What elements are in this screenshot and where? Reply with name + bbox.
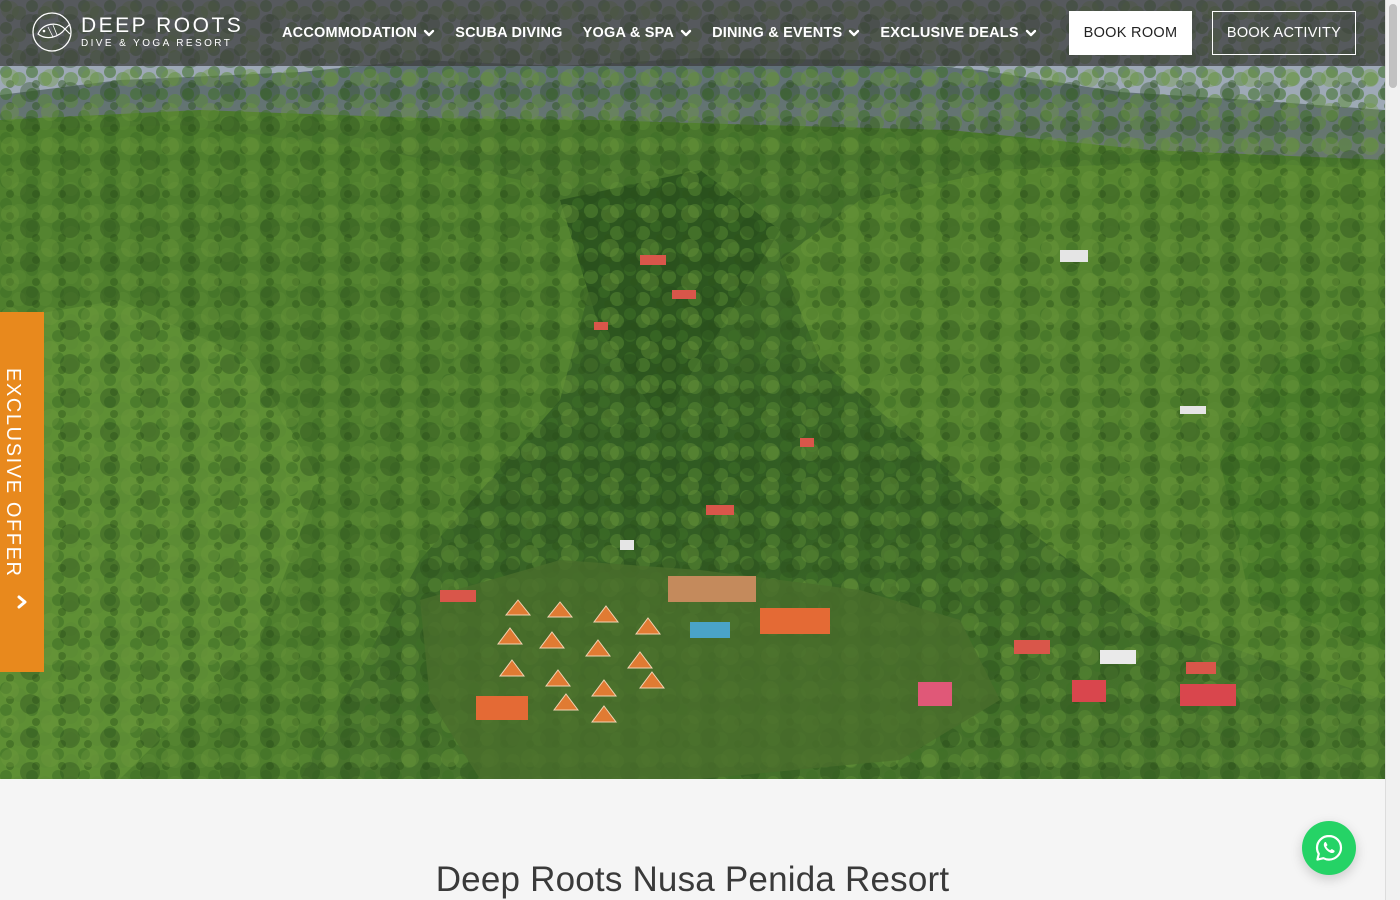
- page-title: Deep Roots Nusa Penida Resort: [435, 860, 950, 899]
- scrollbar-thumb[interactable]: [1389, 4, 1397, 88]
- chevron-down-icon: [1025, 29, 1036, 37]
- fish-logo-icon: [32, 12, 72, 52]
- chevron-down-icon: [424, 29, 435, 37]
- brand-logo[interactable]: DEEP ROOTS DIVE & YOGA RESORT: [31, 11, 243, 53]
- book-room-button[interactable]: BOOK ROOM: [1069, 11, 1192, 55]
- whatsapp-chat-button[interactable]: [1302, 821, 1356, 875]
- site-header: DEEP ROOTS DIVE & YOGA RESORT ACCOMMODAT…: [0, 0, 1385, 66]
- nav-item-accommodation[interactable]: ACCOMMODATION: [282, 25, 435, 41]
- chevron-right-icon: [17, 595, 27, 609]
- nav-item-dining-events[interactable]: DINING & EVENTS: [712, 25, 860, 41]
- nav-item-label: YOGA & SPA: [582, 25, 675, 41]
- nav-item-yoga-spa[interactable]: YOGA & SPA: [583, 25, 692, 41]
- brand-tagline: DIVE & YOGA RESORT: [81, 38, 233, 49]
- nav-item-label: ACCOMMODATION: [282, 25, 418, 41]
- nav-item-label: EXCLUSIVE DEALS: [880, 25, 1019, 41]
- brand-name: DEEP ROOTS: [81, 14, 244, 37]
- page-scrollbar[interactable]: [1385, 0, 1400, 900]
- whatsapp-icon: [1315, 834, 1343, 861]
- nav-item-label: SCUBA DIVING: [455, 25, 563, 41]
- nav-item-label: DINING & EVENTS: [712, 25, 843, 41]
- chevron-down-icon: [849, 29, 860, 37]
- nav-item-scuba-diving[interactable]: SCUBA DIVING: [455, 25, 562, 41]
- main-nav: ACCOMMODATION SCUBA DIVING YOGA & SPA DI…: [282, 0, 1057, 66]
- hero-aerial-image: [0, 0, 1385, 779]
- book-activity-button[interactable]: BOOK ACTIVITY: [1212, 11, 1356, 55]
- chevron-down-icon: [680, 29, 692, 37]
- intro-section: Deep Roots Nusa Penida Resort: [0, 788, 1385, 900]
- exclusive-offer-label: EXCLUSIVE OFFER: [2, 368, 24, 578]
- nav-item-exclusive-deals[interactable]: EXCLUSIVE DEALS: [880, 25, 1036, 41]
- exclusive-offer-tab[interactable]: EXCLUSIVE OFFER: [0, 312, 44, 672]
